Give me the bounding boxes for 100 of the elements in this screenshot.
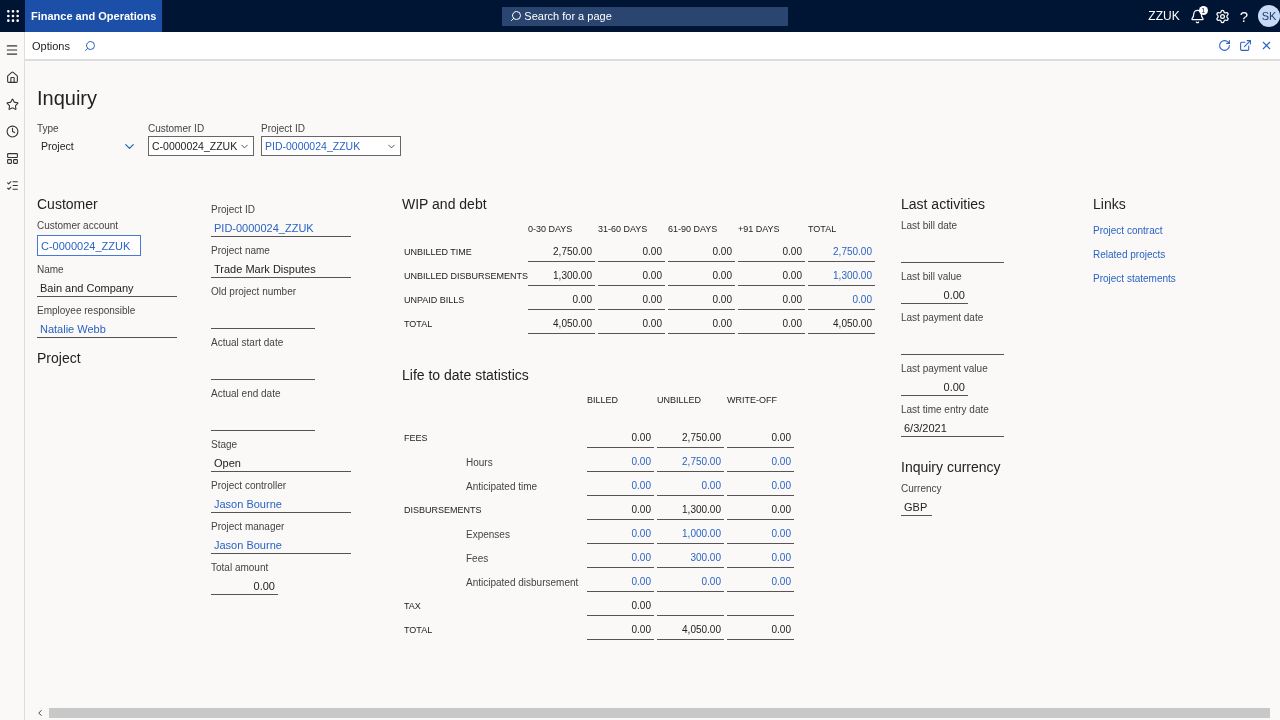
row-label: DISBURSEMENTS <box>403 504 483 517</box>
field-label: Last bill date <box>901 220 959 231</box>
field-value[interactable]: Jason Bourne <box>211 495 351 513</box>
user-avatar[interactable]: SK <box>1258 5 1280 27</box>
field-label: Old project number <box>211 286 298 297</box>
field-value: GBP <box>901 498 932 516</box>
amount-cell[interactable]: 0.00 <box>587 451 654 472</box>
amount-cell: 0.00 <box>668 265 735 286</box>
field-label: Actual start date <box>211 337 285 348</box>
field-label: Actual end date <box>211 388 282 399</box>
menu-icon[interactable] <box>5 43 19 57</box>
amount-cell[interactable]: 2,750.00 <box>657 451 724 472</box>
field-value: Open <box>211 454 351 472</box>
field-value: Bain and Company <box>37 279 177 297</box>
field-label: Customer ID <box>148 123 206 134</box>
section-title: WIP and debt <box>402 196 488 212</box>
row-label: Hours <box>465 455 494 470</box>
amount-cell: 0.00 <box>587 499 654 520</box>
link[interactable]: Project statements <box>1093 273 1243 284</box>
options-tab[interactable]: Options <box>32 39 70 52</box>
amount-cell: 0.00 <box>598 265 665 286</box>
field-value: 0.00 <box>901 378 968 396</box>
amount-cell: 4,050.00 <box>528 313 595 334</box>
field-label: Project manager <box>211 521 286 532</box>
amount-cell[interactable]: 0.00 <box>727 547 794 568</box>
search-field[interactable]: Search for a page <box>502 6 789 26</box>
settings-icon[interactable] <box>1214 8 1230 24</box>
help-icon[interactable]: ? <box>1239 7 1248 25</box>
row-label: TAX <box>403 600 422 613</box>
dropdown-field[interactable]: PID-0000024_ZZUK <box>261 136 401 156</box>
list-icon[interactable] <box>5 179 19 192</box>
scroll-left-icon[interactable] <box>35 708 45 718</box>
amount-cell: 0.00 <box>668 289 735 310</box>
dropdown-field[interactable]: C-0000024_ZZUK <box>148 136 254 156</box>
amount-cell: 1,300.00 <box>528 265 595 286</box>
workspace-icon[interactable] <box>5 152 19 165</box>
field-value: 0.00 <box>901 286 968 304</box>
column-header: WRITE-OFF <box>727 395 778 407</box>
amount-cell: 0.00 <box>668 241 735 262</box>
field-value[interactable]: C-0000024_ZZUK <box>37 235 141 256</box>
field-label: Project name <box>211 245 271 256</box>
amount-cell[interactable]: 0.00 <box>587 475 654 496</box>
amount-cell[interactable]: 0.00 <box>587 523 654 544</box>
amount-cell: 0.00 <box>528 289 595 310</box>
amount-cell[interactable]: 0.00 <box>587 547 654 568</box>
amount-cell[interactable]: 2,750.00 <box>808 241 875 262</box>
amount-cell[interactable]: 0.00 <box>727 451 794 472</box>
search-icon[interactable] <box>83 39 96 52</box>
search-icon <box>510 10 523 22</box>
dropdown-field[interactable]: Project <box>37 136 141 156</box>
amount-cell[interactable]: 0.00 <box>657 571 724 592</box>
field-value[interactable]: PID-0000024_ZZUK <box>211 219 351 237</box>
section-title: Links <box>1093 196 1127 212</box>
row-label: TOTAL <box>403 318 434 331</box>
link[interactable]: Related projects <box>1093 249 1243 260</box>
field-label: Last bill value <box>901 271 963 282</box>
field-value[interactable]: Natalie Webb <box>37 320 177 338</box>
amount-cell: 0.00 <box>727 427 794 448</box>
column-header: TOTAL <box>808 224 838 236</box>
amount-cell: 0.00 <box>587 427 654 448</box>
amount-cell[interactable]: 0.00 <box>657 475 724 496</box>
amount-cell[interactable]: 0.00 <box>727 571 794 592</box>
home-icon[interactable] <box>5 71 19 84</box>
amount-cell: 0.00 <box>738 265 805 286</box>
section-title: Project <box>37 350 82 366</box>
row-label: Anticipated time <box>465 479 539 494</box>
column-header: 0-30 DAYS <box>528 224 574 236</box>
clock-icon[interactable] <box>5 125 19 138</box>
field-value[interactable]: Jason Bourne <box>211 536 351 554</box>
field-label: Employee responsible <box>37 305 137 316</box>
field-label: Project ID <box>211 204 256 215</box>
field-label: Project ID <box>261 123 306 134</box>
open-in-new-icon[interactable] <box>1239 39 1252 52</box>
amount-cell[interactable]: 1,000.00 <box>657 523 724 544</box>
star-icon[interactable] <box>5 98 19 111</box>
notification-icon[interactable] <box>1189 8 1205 24</box>
close-icon[interactable] <box>1260 39 1273 52</box>
amount-cell[interactable]: 1,300.00 <box>808 265 875 286</box>
amount-cell[interactable]: 300.00 <box>657 547 724 568</box>
amount-cell: 4,050.00 <box>808 313 875 334</box>
amount-cell: 0.00 <box>727 619 794 640</box>
amount-cell: 0.00 <box>587 619 654 640</box>
amount-cell[interactable]: 0.00 <box>727 523 794 544</box>
refresh-icon[interactable] <box>1218 39 1231 52</box>
amount-cell[interactable]: 0.00 <box>808 289 875 310</box>
amount-cell: 2,750.00 <box>657 427 724 448</box>
link[interactable]: Project contract <box>1093 225 1243 236</box>
page-title: Inquiry <box>37 87 99 110</box>
column-header: UNBILLED <box>657 395 702 407</box>
app-title[interactable]: Finance and Operations <box>25 0 163 32</box>
amount-cell[interactable]: 0.00 <box>587 571 654 592</box>
amount-cell: 0.00 <box>598 313 665 334</box>
field-label: Currency <box>901 483 943 494</box>
amount-cell: 0.00 <box>727 499 794 520</box>
amount-cell: 0.00 <box>738 241 805 262</box>
column-header: 61-90 DAYS <box>668 224 719 236</box>
field-value: 0.00 <box>211 577 278 595</box>
company-label[interactable]: ZZUK <box>1148 9 1180 23</box>
amount-cell: 0.00 <box>738 313 805 334</box>
amount-cell[interactable]: 0.00 <box>727 475 794 496</box>
